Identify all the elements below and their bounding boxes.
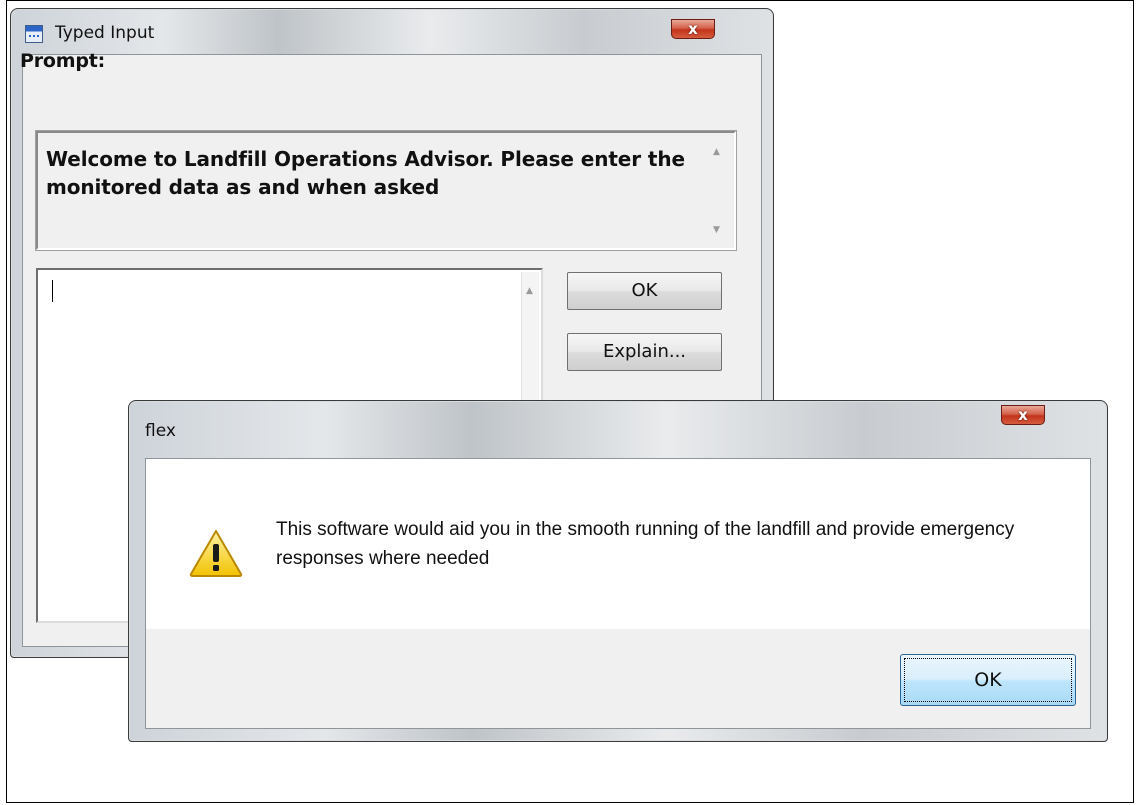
scroll-down-icon[interactable]: ▼ [713,225,720,235]
prompt-label: Prompt: [20,50,106,72]
prompt-textbox: Welcome to Landfill Operations Advisor. … [35,130,737,251]
typed-input-title: Typed Input [55,23,155,43]
warning-icon [189,530,243,577]
explain-button[interactable]: Explain... [567,333,722,371]
flex-message-window: flex x This software would aid you in th… [128,400,1108,742]
typed-input-close-button[interactable]: x [671,19,715,39]
flex-close-button[interactable]: x [1001,405,1045,425]
message-area: This software would aid you in the smoot… [146,459,1090,629]
message-text: This software would aid you in the smoot… [276,519,1015,569]
typed-input-titlebar[interactable]: Typed Input x [11,9,773,43]
flex-title: flex [145,421,176,441]
prompt-scrollbar[interactable]: ▲ ▼ [709,139,726,243]
flex-titlebar[interactable]: flex x [129,401,1107,441]
flex-client: This software would aid you in the smoot… [145,458,1091,729]
scroll-up-icon[interactable]: ▲ [526,286,533,296]
scroll-up-icon[interactable]: ▲ [713,147,720,157]
prompt-text: Welcome to Landfill Operations Advisor. … [46,147,685,199]
ok-button[interactable]: OK [567,272,722,310]
flex-ok-label: OK [904,658,1072,702]
flex-ok-button[interactable]: OK [900,654,1076,706]
text-caret [52,280,53,302]
app-window-icon [25,25,43,43]
